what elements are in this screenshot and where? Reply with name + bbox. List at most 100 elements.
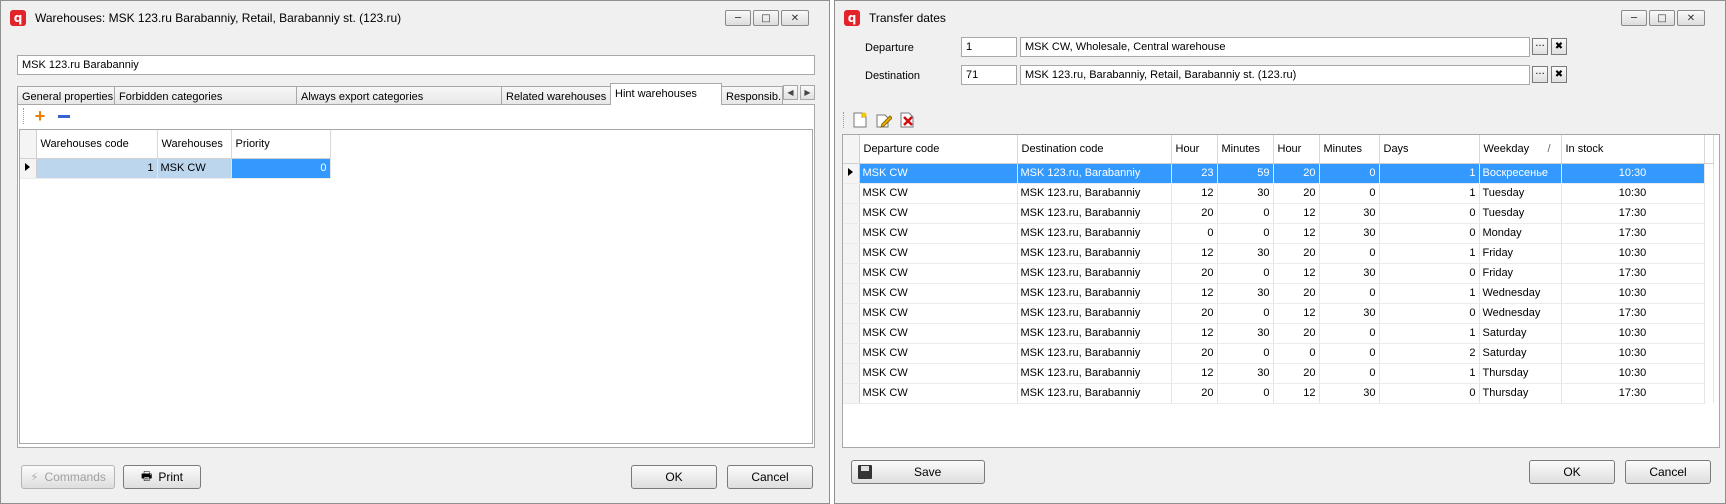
table-row[interactable]: MSK CW MSK 123.ru, Barabanniy 20 0 12 30 0 Frid… [843,263,1714,284]
column-header-departure-code[interactable]: Departure code [859,135,1018,164]
cell-arrival-hour[interactable]: 20 [1273,163,1320,184]
cell-departure-hour[interactable]: 20 [1171,343,1218,364]
cell-departure-hour[interactable]: 12 [1171,183,1218,204]
cell-days[interactable]: 0 [1379,383,1480,404]
cell-arrival-minutes[interactable]: 0 [1319,343,1380,364]
table-row[interactable]: MSK CW MSK 123.ru, Barabanniy 23 59 20 0 1 Воск… [843,163,1714,184]
cell-arrival-hour[interactable]: 20 [1273,363,1320,384]
cell-days[interactable]: 1 [1379,163,1480,184]
table-row[interactable]: MSK CW MSK 123.ru, Barabanniy 12 30 20 0 1 Satu… [843,323,1714,344]
table-row[interactable]: MSK CW MSK 123.ru, Barabanniy 0 0 12 30 0 Monda… [843,223,1714,244]
cell-weekday[interactable]: Tuesday [1479,183,1562,204]
cell-arrival-minutes[interactable]: 30 [1319,263,1380,284]
cell-departure-code[interactable]: MSK CW [859,383,1018,404]
cell-arrival-hour[interactable]: 12 [1273,263,1320,284]
cell-arrival-minutes[interactable]: 0 [1319,243,1380,264]
minimize-icon[interactable]: ─ [1621,10,1647,26]
table-row[interactable]: 1 MSK CW 0 [20,158,331,179]
cell-destination-code[interactable]: MSK 123.ru, Barabanniy [1017,283,1172,304]
cancel-button[interactable]: Cancel [1625,460,1711,484]
cell-departure-code[interactable]: MSK CW [859,243,1018,264]
column-header-arrival-hour[interactable]: Hour [1273,135,1320,164]
cell-departure-minutes[interactable]: 30 [1217,243,1274,264]
cell-departure-minutes[interactable]: 30 [1217,283,1274,304]
column-header-departure-hour[interactable]: Hour [1171,135,1218,164]
edit-record-icon[interactable] [875,111,893,129]
cell-departure-hour[interactable]: 12 [1171,243,1218,264]
cell-in-stock[interactable]: 10:30 [1561,163,1705,184]
cell-in-stock[interactable]: 10:30 [1561,363,1705,384]
cell-departure-code[interactable]: MSK CW [859,223,1018,244]
cell-departure-code[interactable]: MSK CW [859,163,1018,184]
cell-in-stock[interactable]: 10:30 [1561,323,1705,344]
cell-departure-hour[interactable]: 0 [1171,223,1218,244]
tab-hint-warehouses[interactable]: Hint warehouses [610,83,722,105]
cell-departure-hour[interactable]: 23 [1171,163,1218,184]
cell-departure-hour[interactable]: 20 [1171,263,1218,284]
cancel-button[interactable]: Cancel [727,465,813,489]
cell-departure-code[interactable]: MSK CW [859,283,1018,304]
remove-icon[interactable] [55,107,73,125]
cell-departure-minutes[interactable]: 0 [1217,303,1274,324]
cell-arrival-hour[interactable]: 20 [1273,243,1320,264]
cell-weekday[interactable]: Saturday [1479,323,1562,344]
table-row[interactable]: MSK CW MSK 123.ru, Barabanniy 12 30 20 0 1 Wedn… [843,283,1714,304]
cell-departure-code[interactable]: MSK CW [859,343,1018,364]
cell-weekday[interactable]: Wednesday [1479,303,1562,324]
cell-days[interactable]: 0 [1379,303,1480,324]
cell-days[interactable]: 0 [1379,223,1480,244]
cell-destination-code[interactable]: MSK 123.ru, Barabanniy [1017,203,1172,224]
cell-days[interactable]: 0 [1379,203,1480,224]
delete-record-icon[interactable] [899,111,917,129]
cell-in-stock[interactable]: 17:30 [1561,383,1705,404]
destination-name-field[interactable]: MSK 123.ru, Barabanniy, Retail, Barabann… [1020,65,1530,85]
cell-arrival-minutes[interactable]: 0 [1319,323,1380,344]
cell-destination-code[interactable]: MSK 123.ru, Barabanniy [1017,383,1172,404]
cell-arrival-hour[interactable]: 12 [1273,303,1320,324]
column-header-days[interactable]: Days [1379,135,1480,164]
tab-scroll-left-icon[interactable]: ◀ [783,85,798,100]
cell-departure-minutes[interactable]: 0 [1217,263,1274,284]
cell-days[interactable]: 1 [1379,243,1480,264]
cell-days[interactable]: 0 [1379,263,1480,284]
destination-code-field[interactable]: 71 [961,65,1017,85]
cell-days[interactable]: 1 [1379,323,1480,344]
cell-departure-minutes[interactable]: 30 [1217,363,1274,384]
cell-departure-minutes[interactable]: 0 [1217,383,1274,404]
cell-days[interactable]: 1 [1379,183,1480,204]
table-row[interactable]: MSK CW MSK 123.ru, Barabanniy 20 0 12 30 0 Thur… [843,383,1714,404]
cell-departure-code[interactable]: MSK CW [859,323,1018,344]
close-icon[interactable]: ✕ [1677,10,1705,26]
column-header-warehouses[interactable]: Warehouses [157,130,232,159]
cell-departure-minutes[interactable]: 0 [1217,203,1274,224]
cell-arrival-minutes[interactable]: 0 [1319,183,1380,204]
cell-arrival-hour[interactable]: 12 [1273,203,1320,224]
print-button[interactable]: 🖶 Print [123,465,201,489]
cell-departure-minutes[interactable]: 59 [1217,163,1274,184]
cell-departure-code[interactable]: MSK CW [859,363,1018,384]
cell-weekday[interactable]: Friday [1479,263,1562,284]
destination-clear-icon[interactable]: ✖ [1551,66,1567,83]
cell-departure-hour[interactable]: 20 [1171,203,1218,224]
title-bar[interactable]: q Transfer dates ─ □ ✕ [835,1,1725,33]
cell-in-stock[interactable]: 10:30 [1561,343,1705,364]
cell-destination-code[interactable]: MSK 123.ru, Barabanniy [1017,343,1172,364]
destination-browse-icon[interactable]: ··· [1532,66,1548,83]
cell-destination-code[interactable]: MSK 123.ru, Barabanniy [1017,243,1172,264]
cell-departure-minutes[interactable]: 0 [1217,223,1274,244]
cell-arrival-hour[interactable]: 12 [1273,223,1320,244]
cell-arrival-minutes[interactable]: 30 [1319,383,1380,404]
cell-weekday[interactable]: Friday [1479,243,1562,264]
cell-departure-code[interactable]: MSK CW [859,203,1018,224]
cell-departure-hour[interactable]: 20 [1171,383,1218,404]
column-header-priority[interactable]: Priority [231,130,331,159]
cell-warehouses[interactable]: MSK CW [157,158,232,179]
cell-arrival-hour[interactable]: 12 [1273,383,1320,404]
cell-departure-minutes[interactable]: 30 [1217,183,1274,204]
cell-departure-code[interactable]: MSK CW [859,303,1018,324]
cell-arrival-minutes[interactable]: 0 [1319,363,1380,384]
cell-in-stock[interactable]: 10:30 [1561,183,1705,204]
column-header-destination-code[interactable]: Destination code [1017,135,1172,164]
ok-button[interactable]: OK [631,465,717,489]
tab-responsible[interactable]: Responsib.. [721,86,783,105]
